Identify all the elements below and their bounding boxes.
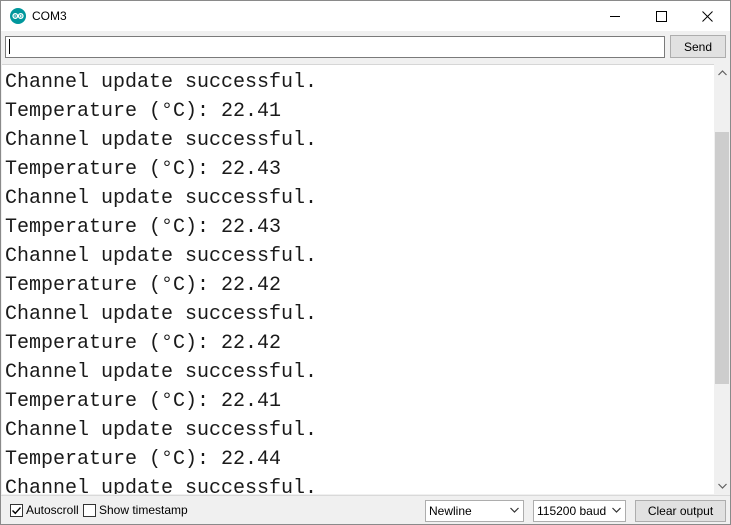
line-ending-select[interactable]: Newline bbox=[425, 500, 524, 522]
close-button[interactable] bbox=[684, 1, 730, 31]
maximize-button[interactable] bbox=[638, 1, 684, 31]
status-bar: Autoscroll Show timestamp Newline 115200… bbox=[1, 495, 730, 524]
check-icon bbox=[12, 507, 22, 515]
show-timestamp-label[interactable]: Show timestamp bbox=[99, 503, 188, 517]
minimize-button[interactable] bbox=[592, 1, 638, 31]
output-line: Channel update successful. bbox=[5, 477, 318, 494]
title-bar[interactable]: COM3 bbox=[1, 1, 730, 31]
output-line: Temperature (°C): 22.41 bbox=[5, 100, 282, 123]
baud-rate-value: 115200 baud bbox=[537, 504, 607, 518]
output-line: Channel update successful. bbox=[5, 71, 318, 94]
text-caret bbox=[9, 39, 10, 54]
output-line: Temperature (°C): 22.42 bbox=[5, 274, 282, 297]
chevron-down-icon bbox=[612, 507, 621, 513]
line-ending-value: Newline bbox=[429, 504, 472, 518]
chevron-up-icon bbox=[717, 69, 727, 75]
output-line: Channel update successful. bbox=[5, 245, 318, 268]
autoscroll-label[interactable]: Autoscroll bbox=[26, 503, 79, 517]
serial-output[interactable]: Channel update successful. Temperature (°… bbox=[2, 64, 714, 494]
output-line: Channel update successful. bbox=[5, 303, 318, 326]
baud-rate-select[interactable]: 115200 baud bbox=[533, 500, 626, 522]
send-button[interactable]: Send bbox=[670, 35, 726, 58]
show-timestamp-checkbox[interactable] bbox=[83, 504, 96, 517]
window-title: COM3 bbox=[32, 9, 67, 23]
output-line: Temperature (°C): 22.41 bbox=[5, 390, 282, 413]
chevron-down-icon bbox=[510, 507, 519, 513]
output-line: Channel update successful. bbox=[5, 187, 318, 210]
scrollbar-thumb[interactable] bbox=[715, 132, 729, 384]
serial-monitor-window: COM3 Send Channel update successful. Temp… bbox=[0, 0, 731, 525]
output-line: Channel update successful. bbox=[5, 419, 318, 442]
output-line: Channel update successful. bbox=[5, 129, 318, 152]
scroll-down-button[interactable] bbox=[714, 477, 730, 494]
output-line: Temperature (°C): 22.43 bbox=[5, 216, 282, 239]
output-line: Temperature (°C): 22.43 bbox=[5, 158, 282, 181]
output-line: Temperature (°C): 22.42 bbox=[5, 332, 282, 355]
scroll-up-button[interactable] bbox=[714, 64, 730, 81]
serial-input[interactable] bbox=[5, 36, 665, 58]
send-row bbox=[1, 31, 730, 62]
chevron-down-icon bbox=[717, 483, 727, 489]
autoscroll-checkbox[interactable] bbox=[10, 504, 23, 517]
maximize-icon bbox=[655, 10, 667, 22]
close-icon bbox=[701, 10, 713, 22]
clear-output-button[interactable]: Clear output bbox=[635, 500, 726, 522]
arduino-logo-icon bbox=[10, 8, 26, 24]
output-line: Channel update successful. bbox=[5, 361, 318, 384]
output-line: Temperature (°C): 22.44 bbox=[5, 448, 282, 471]
vertical-scrollbar[interactable] bbox=[714, 64, 730, 494]
minimize-icon bbox=[609, 15, 620, 17]
